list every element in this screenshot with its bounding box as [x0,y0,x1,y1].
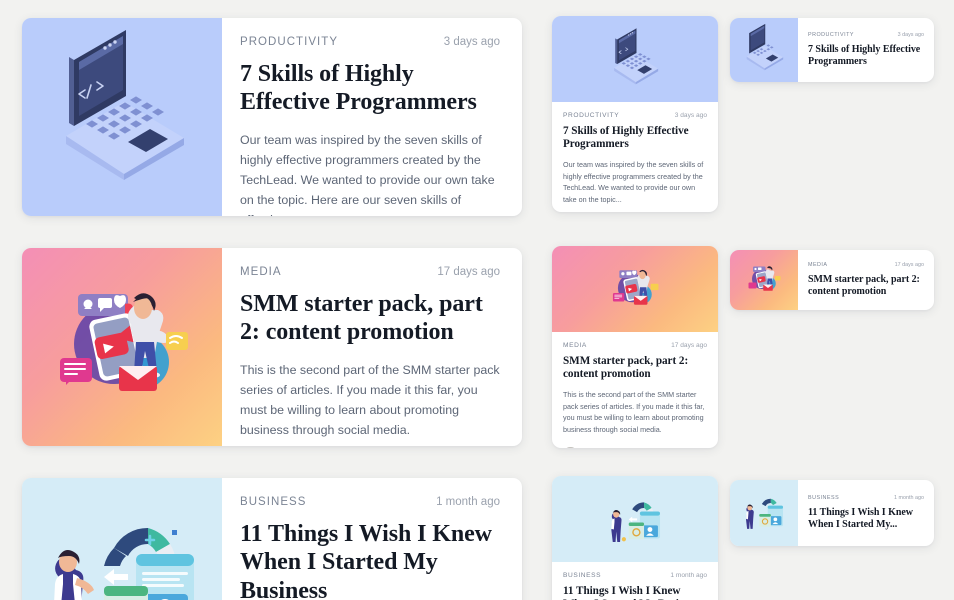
category-label[interactable]: MEDIA [563,342,587,349]
card-body: MEDIA 17 days ago SMM starter pack, part… [798,250,934,310]
card-body: PRODUCTIVITY 3 days ago 7 Skills of High… [222,18,522,216]
meta-row: BUSINESS 1 month ago [563,572,707,579]
meta-row: PRODUCTIVITY 3 days ago [808,32,924,38]
article-excerpt: This is the second part of the SMM start… [240,362,500,437]
card-body: BUSINESS 1 month ago 11 Things I Wish I … [798,480,934,546]
article-title[interactable]: 11 Things I Wish I Knew When I Started M… [240,520,500,600]
article-card-large[interactable]: MEDIA 17 days ago SMM starter pack, part… [22,248,522,446]
date-label: 17 days ago [671,342,707,349]
article-card-small[interactable]: MEDIA 17 days ago SMM starter pack, part… [730,250,934,310]
social-media-promotion-icon [22,248,222,446]
meta-row: MEDIA 17 days ago [563,342,707,349]
date-label: 3 days ago [897,31,924,38]
meta-row: MEDIA 17 days ago [240,266,500,278]
date-label: 1 month ago [894,494,924,501]
article-title[interactable]: 7 Skills of Highly Effective Programmers [808,44,924,68]
card-body: MEDIA 17 days ago SMM starter pack, part… [222,248,522,446]
date-label: 1 month ago [670,572,707,579]
article-title[interactable]: SMM starter pack, part 2: content promot… [563,355,707,382]
category-label[interactable]: BUSINESS [563,572,601,579]
category-label[interactable]: BUSINESS [240,496,306,508]
meta-row: PRODUCTIVITY 3 days ago [240,36,500,48]
card-body: BUSINESS 1 month ago 11 Things I Wish I … [222,478,522,600]
meta-row: BUSINESS 1 month ago [808,495,924,501]
business-analytics-dashboard-icon [730,480,798,546]
date-label: 3 days ago [674,112,707,119]
meta-row: MEDIA 17 days ago [808,262,924,268]
author[interactable]: Patricia Kemp [563,446,632,448]
article-card-large[interactable]: BUSINESS 1 month ago 11 Things I Wish I … [22,478,522,600]
date-label: 17 days ago [894,261,924,268]
article-card-small[interactable]: BUSINESS 1 month ago 11 Things I Wish I … [730,480,934,546]
article-title[interactable]: 11 Things I Wish I Knew When I Started M… [563,585,707,600]
meta-row: PRODUCTIVITY 3 days ago [563,112,707,119]
card-footer: Patricia Kemp Read more → [240,440,500,446]
article-card-medium[interactable]: PRODUCTIVITY 3 days ago 7 Skills of High… [552,16,718,212]
card-body: MEDIA 17 days ago SMM starter pack, part… [552,332,718,448]
category-label[interactable]: PRODUCTIVITY [808,32,854,38]
article-card-medium[interactable]: MEDIA 17 days ago SMM starter pack, part… [552,246,718,448]
social-media-promotion-icon [730,250,798,310]
category-label[interactable]: MEDIA [808,262,828,268]
article-card-large[interactable]: PRODUCTIVITY 3 days ago 7 Skills of High… [22,18,522,216]
article-title[interactable]: SMM starter pack, part 2: content promot… [808,274,924,298]
date-label: 1 month ago [436,496,500,508]
card-body: BUSINESS 1 month ago 11 Things I Wish I … [552,562,718,600]
article-title[interactable]: 7 Skills of Highly Effective Programmers [240,60,500,117]
card-footer: Patricia Kemp Read more → [563,446,707,448]
category-label[interactable]: BUSINESS [808,495,839,501]
article-excerpt: Our team was inspired by the seven skill… [240,132,495,216]
social-media-promotion-icon [552,246,718,332]
meta-row: BUSINESS 1 month ago [240,496,500,508]
isometric-laptop-code-icon [22,18,222,216]
article-card-small[interactable]: PRODUCTIVITY 3 days ago 7 Skills of High… [730,18,934,82]
card-body: PRODUCTIVITY 3 days ago 7 Skills of High… [552,102,718,212]
article-title[interactable]: 7 Skills of Highly Effective Programmers [563,125,707,152]
article-excerpt: Our team was inspired by the seven skill… [563,159,704,204]
article-card-gallery: PRODUCTIVITY 3 days ago 7 Skills of High… [0,0,954,600]
category-label[interactable]: PRODUCTIVITY [563,112,619,119]
business-analytics-dashboard-icon [552,476,718,562]
business-analytics-dashboard-icon [22,478,222,600]
isometric-laptop-code-icon [730,18,798,82]
category-label[interactable]: PRODUCTIVITY [240,36,338,48]
isometric-laptop-code-icon [552,16,718,102]
category-label[interactable]: MEDIA [240,266,282,278]
article-title[interactable]: SMM starter pack, part 2: content promot… [240,290,500,347]
date-label: 17 days ago [437,266,500,278]
article-title[interactable]: 11 Things I Wish I Knew When I Started M… [808,507,924,531]
avatar-woman [563,446,578,448]
date-label: 3 days ago [443,36,500,48]
article-excerpt: This is the second part of the SMM start… [563,389,705,434]
article-card-medium[interactable]: BUSINESS 1 month ago 11 Things I Wish I … [552,476,718,600]
card-body: PRODUCTIVITY 3 days ago 7 Skills of High… [798,18,934,82]
